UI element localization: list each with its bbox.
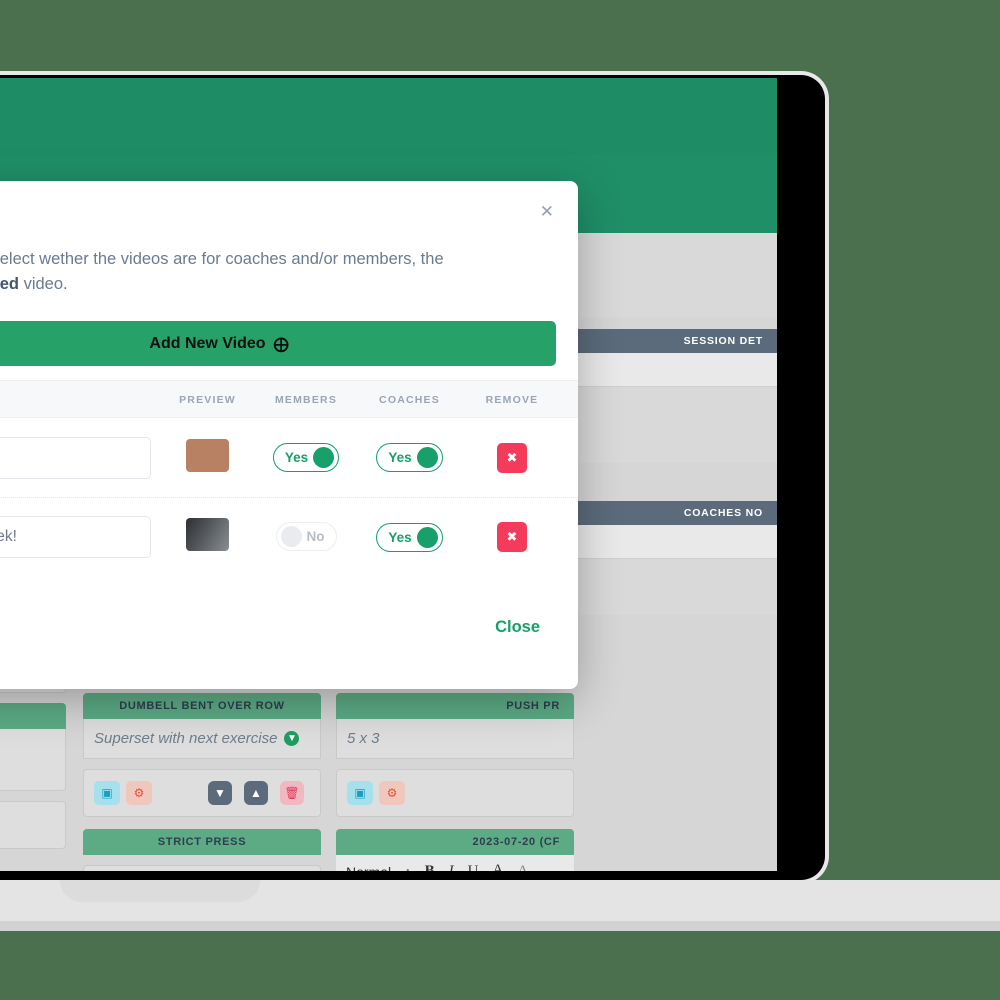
exercise-rte-toolbar[interactable]: Normal ↕ B I U A A <box>336 855 574 871</box>
video-icon[interactable]: ▣ <box>94 781 120 805</box>
desc-part-3: . Select wether the videos are for coach… <box>0 250 444 268</box>
table-row: Yes Yes ✖ <box>0 418 578 497</box>
video-preview-cell <box>160 438 255 477</box>
exercise-card: PUSH PR 5 x 3 <box>336 693 574 759</box>
exercise-card-title <box>0 703 66 729</box>
video-title-input[interactable] <box>0 516 151 558</box>
settings-gears-icon[interactable]: ⚙ <box>126 781 152 805</box>
clear-format-icon[interactable]: A <box>517 863 528 871</box>
move-down-icon[interactable]: ▼ <box>208 781 232 805</box>
videos-table: PREVIEW MEMBERS COACHES REMOVE Detail Ye… <box>0 380 578 576</box>
video-title-cell <box>0 516 160 558</box>
column-coaches: COACHES <box>357 390 462 408</box>
members-toggle[interactable]: No <box>275 522 337 551</box>
delete-icon[interactable]: 🗑 <box>280 781 304 805</box>
exercise-card-title: PUSH PR <box>336 693 574 719</box>
exercise-card-title: DUMBELL BENT OVER ROW <box>83 693 321 719</box>
coaches-toggle[interactable]: Yes <box>376 443 443 472</box>
members-toggle[interactable]: Yes <box>272 443 340 472</box>
text-color-icon[interactable]: A <box>492 862 503 872</box>
superset-arrow-icon[interactable]: ▼ <box>284 731 300 746</box>
exercise-card: DUMBELL BENT OVER ROW Superset with next… <box>83 693 321 759</box>
close-button[interactable]: Close <box>495 618 540 637</box>
column-preview-label: PREVIEW <box>179 394 236 406</box>
video-thumbnail[interactable] <box>186 518 229 551</box>
exercise-card-title: 2023-07-20 (CF <box>336 829 574 855</box>
videos-table-header: PREVIEW MEMBERS COACHES REMOVE <box>0 380 578 418</box>
video-icon[interactable]: ▣ <box>347 781 373 805</box>
underline-icon[interactable]: U <box>468 863 479 871</box>
members-toggle-cell: No <box>255 522 357 552</box>
chevron-updown-icon[interactable]: ↕ <box>405 866 411 872</box>
exercise-card <box>0 703 66 791</box>
exercise-note-text: Superset with next exercise <box>94 730 278 747</box>
coaches-toggle-label: Yes <box>388 529 412 545</box>
close-icon[interactable]: ✕ <box>540 203 554 220</box>
laptop-screen: ossFit (20/07) SESSION DET Normal ↕ B I … <box>0 78 777 871</box>
exercise-note-text: 5 x 3 <box>347 730 380 747</box>
remove-circle-icon[interactable]: ✖ <box>497 442 527 473</box>
italic-icon[interactable]: I <box>449 863 454 871</box>
coaches-toggle[interactable]: Yes <box>376 522 443 552</box>
add-new-video-button[interactable]: Add New Video ⨁ <box>0 321 556 366</box>
remove-circle-icon[interactable]: ✖ <box>497 522 527 552</box>
video-manager-modal: ✕ this Session. Select wether the videos… <box>0 181 578 689</box>
style-select[interactable]: Normal <box>346 864 391 872</box>
toggle-knob <box>280 526 302 547</box>
video-thumbnail[interactable] <box>186 438 229 472</box>
exercise-card-note[interactable]: Superset with next exercise ▼ <box>83 719 321 759</box>
video-title-input[interactable] <box>0 436 151 479</box>
column-remove-label: REMOVE <box>485 394 539 406</box>
members-toggle-label: No <box>306 529 325 544</box>
coaches-toggle-cell: Yes <box>357 443 462 472</box>
video-title-cell <box>0 436 160 479</box>
column-coaches-label: COACHES <box>379 394 440 406</box>
desc2-part-2: featured <box>0 275 19 294</box>
column-preview: PREVIEW <box>160 390 255 408</box>
members-toggle-cell: Yes <box>255 443 357 472</box>
add-new-video-label: Add New Video <box>149 334 266 352</box>
move-up-icon[interactable]: ▲ <box>244 781 268 805</box>
column-members-label: MEMBERS <box>274 394 338 406</box>
exercise-card: 2023-07-20 (CF Normal ↕ B I U A A <box>336 829 574 871</box>
remove-cell: ✖ <box>462 442 562 473</box>
remove-cell: ✖ <box>462 522 562 552</box>
exercise-card-note[interactable]: 5 x 3 <box>336 719 574 759</box>
exercise-card-toolbar[interactable]: ▣ ⚙ ▼ ▲ 🗑 <box>83 769 321 817</box>
settings-gears-icon[interactable]: ⚙ <box>379 781 405 805</box>
video-preview-cell <box>160 518 255 556</box>
members-toggle-label: Yes <box>284 450 309 465</box>
app-top-navbar <box>0 78 777 155</box>
bold-icon[interactable]: B <box>425 863 435 871</box>
coaches-toggle-label: Yes <box>388 450 412 465</box>
toggle-knob <box>313 447 335 468</box>
table-row: No Yes ✖ <box>0 497 578 576</box>
plus-circle-icon: ⨁ <box>273 335 289 353</box>
exercise-card-toolbar[interactable]: ▣ ⚙ ▼ ▲ 🗑 <box>83 865 321 871</box>
coaches-toggle-cell: Yes <box>357 522 462 552</box>
exercise-card: STRICT PRESS <box>83 829 321 855</box>
laptop-base-notch <box>60 880 260 902</box>
column-members: MEMBERS <box>255 390 357 408</box>
modal-footer: k Notes Close <box>0 585 578 689</box>
exercise-card-toolbar[interactable]: ▣ ⚙ <box>0 801 66 849</box>
exercise-card-body <box>0 729 66 791</box>
exercise-card-toolbar[interactable]: ▣ ⚙ <box>336 769 574 817</box>
laptop-base-lip <box>0 921 1000 931</box>
desc2-part-3: video. <box>18 275 68 294</box>
column-remove: REMOVE <box>462 390 562 408</box>
app-window: ossFit (20/07) SESSION DET Normal ↕ B I … <box>0 78 777 871</box>
exercise-card-title: STRICT PRESS <box>83 829 321 855</box>
laptop-device-frame: ossFit (20/07) SESSION DET Normal ↕ B I … <box>0 75 825 880</box>
modal-description: this Session. Select wether the videos a… <box>0 247 546 297</box>
toggle-knob <box>416 447 438 468</box>
toggle-knob <box>416 526 438 548</box>
